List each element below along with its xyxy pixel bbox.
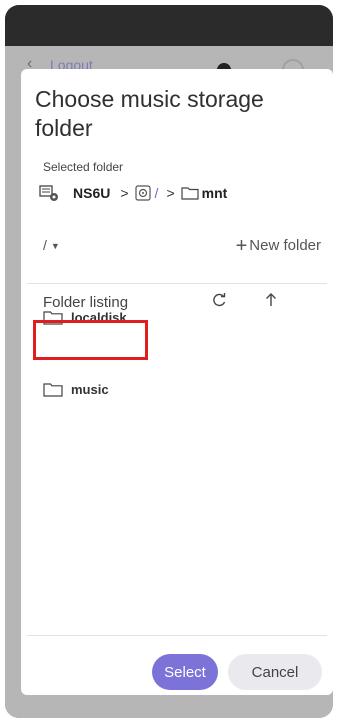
choose-folder-dialog: Choose music storage folder Selected fol…	[21, 69, 333, 695]
selected-folder-label: Selected folder	[43, 160, 124, 174]
folder-icon	[43, 382, 63, 397]
phone-frame: ‹ Logout Choose music storage folder Sel…	[5, 5, 333, 718]
path-root-link[interactable]: /	[155, 185, 159, 201]
path-separator: >	[120, 185, 129, 201]
refresh-icon[interactable]	[211, 292, 227, 308]
select-button[interactable]: Select	[152, 654, 218, 690]
path-nas-name[interactable]: NS6U	[73, 185, 110, 201]
chevron-down-icon: ▼	[50, 241, 60, 252]
plus-icon: +	[235, 235, 248, 257]
folder-icon	[181, 187, 199, 200]
selected-path-breadcrumb: NS6U > / > mnt	[39, 182, 227, 204]
root-dropdown-value: /	[43, 237, 47, 253]
divider	[27, 635, 327, 636]
new-folder-label: New folder	[249, 237, 321, 254]
folder-name: music	[71, 381, 109, 397]
new-folder-button[interactable]: + New folder	[236, 235, 321, 258]
cancel-button[interactable]: Cancel	[228, 654, 322, 690]
disk-icon[interactable]	[134, 185, 151, 201]
nas-device-icon	[39, 185, 58, 201]
status-bar	[5, 5, 333, 46]
root-dropdown[interactable]: / ▼	[43, 237, 60, 253]
highlight-box	[33, 320, 148, 360]
path-current-folder: mnt	[201, 185, 228, 201]
divider	[27, 283, 327, 284]
folder-row-music[interactable]: music	[43, 377, 109, 401]
path-separator: >	[166, 185, 175, 201]
dialog-title: Choose music storage folder	[35, 86, 264, 141]
up-arrow-icon[interactable]	[264, 292, 278, 308]
